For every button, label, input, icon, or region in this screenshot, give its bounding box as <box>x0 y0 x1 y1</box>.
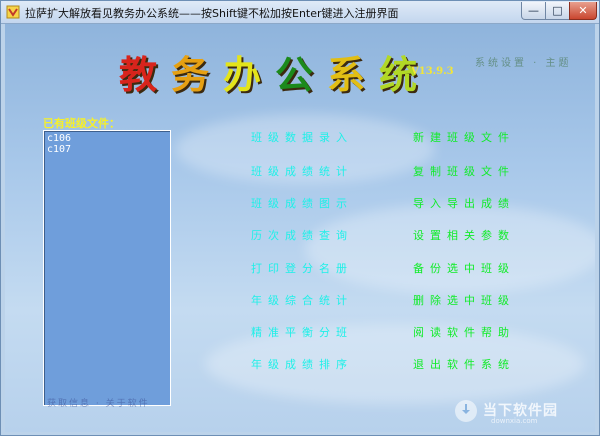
version-label: V13.9.3 <box>411 66 454 77</box>
menu-class-score-chart[interactable]: 班级成绩图示 <box>251 195 353 211</box>
sky-cloud <box>305 204 595 294</box>
maximize-button[interactable]: □ <box>545 2 570 20</box>
main-window: 拉萨扩大解放看见教务办公系统——按Shift键不松加按Enter键进入注册界面 … <box>0 0 600 436</box>
menu-history-query[interactable]: 历次成绩查询 <box>251 227 353 243</box>
arrow-down-icon <box>462 404 470 414</box>
settings-link[interactable]: 系统设置 · 主题 <box>475 54 572 69</box>
title-char: 系 <box>327 52 380 97</box>
menu-read-help[interactable]: 阅读软件帮助 <box>413 324 515 340</box>
list-item[interactable]: c106 <box>47 133 167 144</box>
menu-print-roster[interactable]: 打印登分名册 <box>251 260 353 276</box>
menu-settings[interactable]: 设置相关参数 <box>413 227 515 243</box>
menu-grade-ranking[interactable]: 年级成绩排序 <box>251 356 353 372</box>
main-panel: 教务办公系统 V13.9.3 系统设置 · 主题 已有班级文件： c106 c1… <box>5 24 595 432</box>
app-title: 教务办公系统 <box>119 44 431 99</box>
window-title: 拉萨扩大解放看见教务办公系统——按Shift键不松加按Enter键进入注册界面 <box>25 7 399 20</box>
watermark-url: downxia.com <box>491 417 538 425</box>
menu-grade-stats[interactable]: 年级综合统计 <box>251 292 353 308</box>
title-bar: 拉萨扩大解放看见教务办公系统——按Shift键不松加按Enter键进入注册界面 … <box>1 1 599 24</box>
list-item[interactable]: c107 <box>47 144 167 155</box>
class-files-list[interactable]: c106 c107 <box>43 130 171 406</box>
menu-class-score-stats[interactable]: 班级成绩统计 <box>251 163 353 179</box>
watermark-logo: 当下软件园 downxia.com <box>451 400 591 430</box>
menu-backup-class[interactable]: 备份选中班级 <box>413 260 515 276</box>
menu-import-export[interactable]: 导入导出成绩 <box>413 195 515 211</box>
menu-delete-class[interactable]: 删除选中班级 <box>413 292 515 308</box>
title-char: 办 <box>223 52 276 97</box>
menu-copy-class-file[interactable]: 复制班级文件 <box>413 163 515 179</box>
class-files-label: 已有班级文件： <box>43 117 120 130</box>
minimize-button[interactable]: — <box>521 2 546 20</box>
info-link[interactable]: 获取信息 · 关于软件 <box>47 396 150 409</box>
menu-exit[interactable]: 退出软件系统 <box>413 356 515 372</box>
title-char: 务 <box>171 52 224 97</box>
app-icon <box>6 5 20 19</box>
close-button[interactable]: ✕ <box>569 2 597 20</box>
menu-new-class-file[interactable]: 新建班级文件 <box>413 129 515 145</box>
title-char: 教 <box>119 52 172 97</box>
menu-class-data-entry[interactable]: 班级数据录入 <box>251 129 353 145</box>
menu-balanced-grouping[interactable]: 精准平衡分班 <box>251 324 353 340</box>
title-char: 公 <box>275 52 328 97</box>
